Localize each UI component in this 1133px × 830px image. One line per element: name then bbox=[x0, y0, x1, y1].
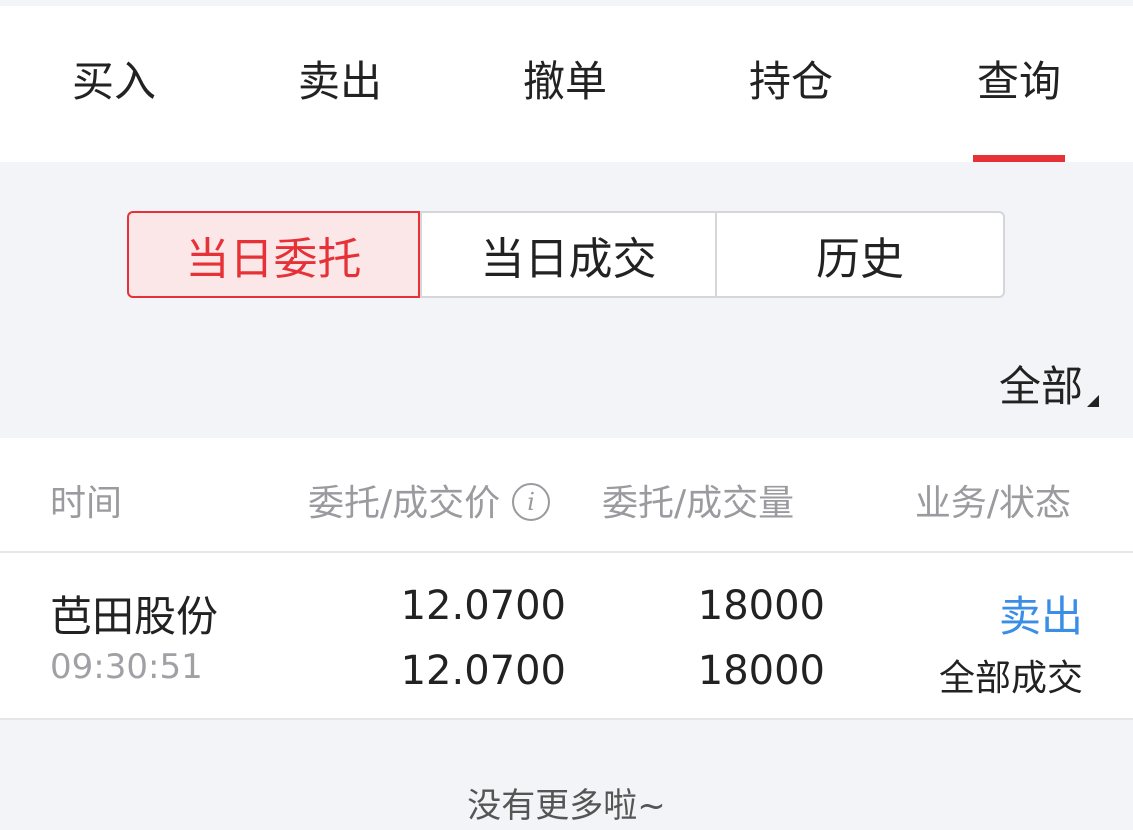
order-time: 09:30:51 bbox=[50, 647, 203, 687]
tab-positions[interactable]: 持仓 bbox=[691, 6, 891, 162]
tab-buy[interactable]: 买入 bbox=[14, 6, 214, 162]
tab-cancel-label: 撤单 bbox=[522, 56, 607, 106]
business-type: 卖出 bbox=[998, 592, 1083, 641]
header-price: 委托/成交价 bbox=[308, 483, 501, 524]
tab-sell-label: 卖出 bbox=[297, 56, 382, 106]
table-row[interactable]: 芭田股份 09:30:51 12.0700 12.0700 18000 1800… bbox=[0, 553, 1133, 720]
status-filter-dropdown[interactable]: 全部 bbox=[998, 355, 1099, 411]
segment-history[interactable]: 历史 bbox=[715, 213, 1003, 296]
active-tab-indicator bbox=[973, 155, 1065, 162]
main-tabbar: 买入 卖出 撤单 持仓 查询 bbox=[0, 6, 1133, 162]
segment-today-orders-label: 当日委托 bbox=[185, 233, 362, 285]
segment-history-label: 历史 bbox=[816, 233, 904, 285]
status-filter-label: 全部 bbox=[998, 361, 1083, 411]
order-status: 全部成交 bbox=[938, 658, 1083, 699]
header-volume: 委托/成交量 bbox=[602, 483, 795, 524]
stock-name: 芭田股份 bbox=[50, 592, 219, 641]
segment-today-deals[interactable]: 当日成交 bbox=[420, 213, 715, 296]
tab-cancel[interactable]: 撤单 bbox=[465, 6, 665, 162]
info-icon[interactable]: i bbox=[512, 483, 551, 521]
header-price-group: 委托/成交价 i bbox=[308, 474, 551, 526]
header-status: 业务/状态 bbox=[914, 483, 1071, 524]
segment-today-deals-label: 当日成交 bbox=[480, 233, 657, 285]
deal-price: 12.0700 bbox=[400, 648, 566, 694]
tab-query-label: 查询 bbox=[976, 56, 1061, 106]
tab-sell[interactable]: 卖出 bbox=[240, 6, 440, 162]
order-price: 12.0700 bbox=[400, 583, 566, 629]
order-volume: 18000 bbox=[697, 583, 825, 629]
dropdown-caret-icon bbox=[1087, 395, 1099, 407]
segment-today-orders[interactable]: 当日委托 bbox=[127, 211, 420, 298]
table-header: 时间 委托/成交价 i 委托/成交量 业务/状态 bbox=[0, 438, 1133, 553]
tab-query[interactable]: 查询 bbox=[919, 6, 1119, 162]
orders-table: 时间 委托/成交价 i 委托/成交量 业务/状态 芭田股份 09:30:51 12… bbox=[0, 438, 1133, 720]
tab-buy-label: 买入 bbox=[71, 56, 156, 106]
header-time: 时间 bbox=[50, 483, 123, 524]
deal-volume: 18000 bbox=[697, 648, 825, 694]
no-more-note: 没有更多啦~ bbox=[467, 786, 666, 826]
tab-positions-label: 持仓 bbox=[748, 56, 833, 106]
